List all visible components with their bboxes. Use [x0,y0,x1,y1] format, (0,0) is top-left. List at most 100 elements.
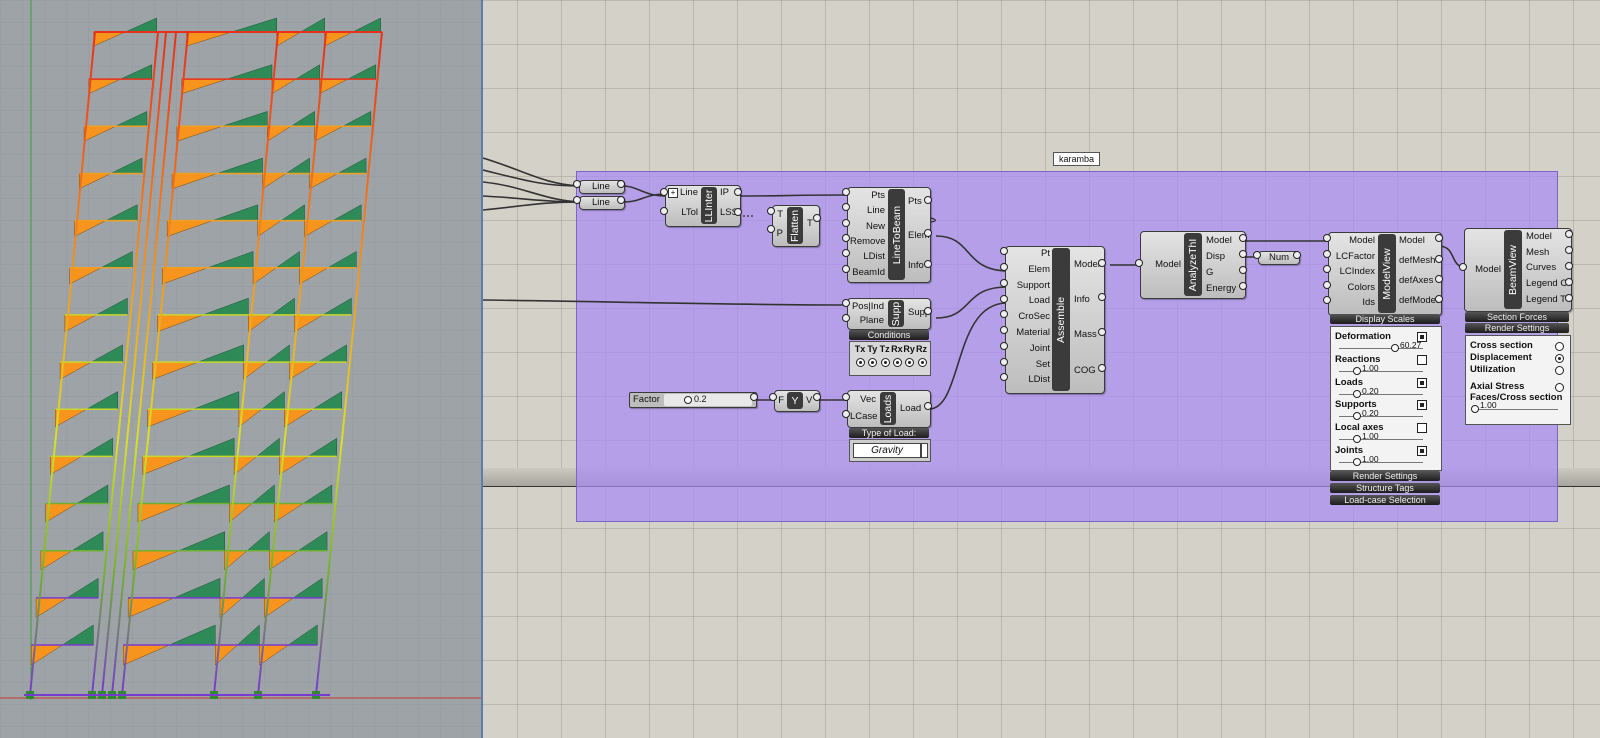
grasshopper-canvas[interactable]: karamba Line Line + Line LTol LLInter IP… [483,0,1600,738]
wire-port[interactable] [842,410,850,418]
render-option-radio[interactable] [1555,366,1564,375]
wire-port[interactable] [1000,373,1008,381]
wire-port[interactable] [1565,294,1573,302]
model-view-footer-bar[interactable]: Render Settings [1330,471,1440,481]
wire-port[interactable] [573,196,581,204]
scale-row-knob[interactable] [1353,458,1361,466]
wire-port[interactable] [1565,278,1573,286]
flatten-component[interactable]: T P Flatten T [772,205,820,247]
beam-view-component[interactable]: Model BeamView Model Mesh Curves Legend C Le… [1464,228,1572,312]
wire-port[interactable] [1000,279,1008,287]
llint-component[interactable]: + Line LTol LLInter IP LSS [665,185,741,227]
display-scales-bar[interactable]: Display Scales [1330,314,1440,324]
wire-port[interactable] [767,207,775,215]
wire-port[interactable] [842,265,850,273]
wire-port[interactable] [1435,295,1443,303]
wire-port[interactable] [1565,230,1573,238]
wire-port[interactable] [1565,246,1573,254]
dof-toggle[interactable] [868,358,878,367]
wire-port[interactable] [924,260,932,268]
wire-port[interactable] [842,314,850,322]
section-forces-bar[interactable]: Section Forces [1465,312,1569,322]
dof-toggle[interactable] [880,358,890,367]
wire-port[interactable] [769,393,777,401]
scale-row-checkbox[interactable] [1417,423,1427,434]
render-settings-bar[interactable]: Render Settings [1465,323,1569,333]
wire-port[interactable] [1000,326,1008,334]
wire-port[interactable] [842,299,850,307]
wire-port[interactable] [1000,342,1008,350]
faces-knob[interactable] [1471,405,1479,413]
scale-row-checkbox[interactable] [1417,377,1427,388]
wire-port[interactable] [1459,263,1467,271]
assemble-component[interactable]: Pt Elem Support Load CroSec Material Joint Set L… [1005,246,1105,394]
load-type-dropdown[interactable]: Gravity [853,443,921,458]
wire-port[interactable] [1239,250,1247,258]
dof-toggle[interactable] [856,358,865,367]
scale-row-knob[interactable] [1353,412,1361,421]
wire-port[interactable] [1565,262,1573,270]
dof-toggle[interactable] [892,358,902,367]
dof-toggle[interactable] [905,358,915,367]
analyze-component[interactable]: Model AnalyzeThI Model Disp G Energy [1140,231,1246,299]
wire-port[interactable] [842,234,850,242]
wire-port[interactable] [1239,282,1247,290]
scale-row-knob[interactable] [1353,435,1361,444]
render-option-radio[interactable] [1555,342,1564,351]
wire-port[interactable] [1098,364,1106,372]
render-option-radio[interactable] [1555,383,1564,392]
wire-port[interactable] [1000,247,1008,255]
wire-port[interactable] [1293,251,1301,259]
wire-port[interactable] [1000,358,1008,366]
scale-row-knob[interactable] [1353,389,1361,398]
loads-component[interactable]: Vec LCase Loads Load [847,390,931,428]
wire-port[interactable] [924,196,932,204]
wire-port[interactable] [813,393,821,401]
scale-row-checkbox[interactable] [1417,400,1427,411]
wire-port[interactable] [1253,251,1261,259]
wire-port[interactable] [1435,275,1443,283]
render-option-radio[interactable] [1555,354,1564,363]
line-to-beam-component[interactable]: Pts Line New Remove LDist BeamId LineToBeam P… [847,187,931,283]
wire-port[interactable] [660,188,668,196]
model-view-footer-bar[interactable]: Structure Tags [1330,483,1440,493]
wire-port[interactable] [924,402,932,410]
wire-port[interactable] [842,393,850,401]
wire-port[interactable] [617,196,625,204]
rhino-viewport[interactable] [0,0,483,738]
scale-row-knob[interactable] [1391,344,1399,352]
factor-track[interactable]: 0.2 [664,394,752,406]
scale-row-knob[interactable] [1353,366,1361,375]
conditions-bar[interactable]: Conditions [849,330,929,340]
wire-port[interactable] [660,207,668,215]
wire-port[interactable] [573,180,581,188]
dof-toggle[interactable] [917,358,927,367]
wire-port[interactable] [767,225,775,233]
wire-port[interactable] [842,203,850,211]
wire-port[interactable] [924,229,932,237]
wire-port[interactable] [1098,259,1106,267]
model-view-component[interactable]: Model LCFactor LCIndex Colors Ids ModelView … [1328,232,1442,316]
wire-port[interactable] [734,208,742,216]
wire-port[interactable] [1323,296,1331,304]
wire-port[interactable] [734,188,742,196]
wire-port[interactable] [1239,234,1247,242]
scale-row-checkbox[interactable] [1417,354,1427,365]
wire-port[interactable] [842,219,850,227]
wire-port[interactable] [1323,265,1331,273]
support-component[interactable]: Pos|Ind Plane Supp Supp [847,298,931,330]
dropdown-handle[interactable] [921,443,928,458]
factor-knob[interactable] [684,396,692,404]
wire-port[interactable] [1000,263,1008,271]
wire-port[interactable] [842,188,850,196]
model-view-footer-bar[interactable]: Load-case Selection [1330,495,1440,505]
wire-port[interactable] [617,180,625,188]
wire-port[interactable] [1098,328,1106,336]
scale-row-checkbox[interactable] [1417,446,1427,456]
wire-port[interactable] [1323,234,1331,242]
wire-port[interactable] [1239,266,1247,274]
wire-port[interactable] [1435,234,1443,242]
wire-port[interactable] [813,214,821,222]
wire-port[interactable] [750,393,758,401]
wire-port[interactable] [1000,295,1008,303]
